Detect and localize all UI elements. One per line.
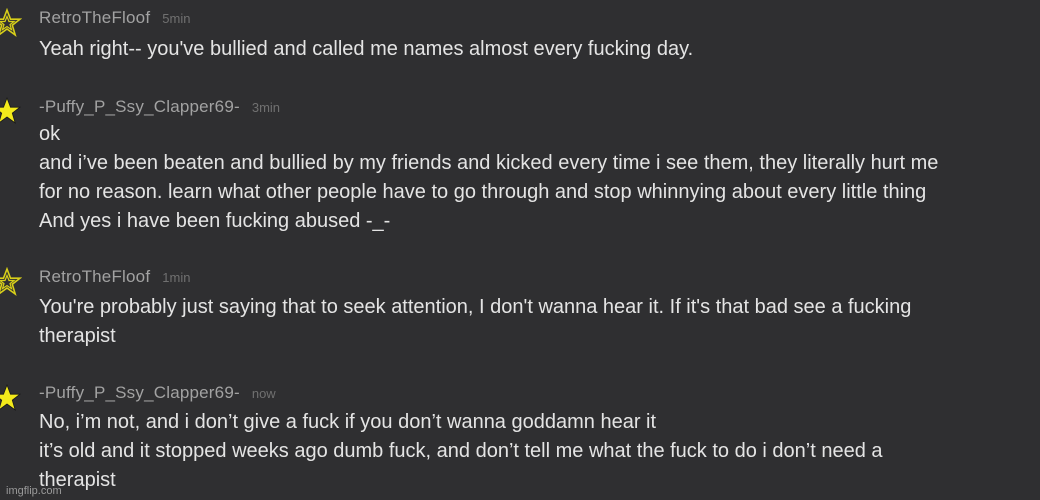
username[interactable]: -Puffy_P_Ssy_Clapper69- [39, 383, 240, 402]
comment-line: And yes i have been fucking abused -_- [39, 210, 391, 232]
timestamp: 3min [251, 100, 281, 115]
comment-text: Yeah right-- you've bullied and called m… [39, 35, 1040, 64]
comment-line: Yeah right-- you've bullied and called m… [39, 38, 694, 60]
timestamp: 1min [162, 270, 191, 285]
comment-line: ok [39, 123, 61, 145]
star-outline-icon[interactable] [0, 8, 22, 38]
comment-header: -Puffy_P_Ssy_Clapper69- 3min [39, 97, 280, 117]
username[interactable]: RetroTheFloof [39, 8, 150, 27]
comment-line: therapist [39, 325, 116, 347]
comment-line: and i’ve been beaten and bullied by my f… [39, 152, 939, 174]
comment-header: RetroTheFloof 5min [39, 8, 190, 28]
comment-text: No, i’m not, and i don’t give a fuck if … [39, 408, 1040, 495]
comment-line: No, i’m not, and i don’t give a fuck if … [39, 411, 657, 433]
timestamp: 5min [162, 11, 191, 26]
comment-text: ok and i’ve been beaten and bullied by m… [39, 120, 1040, 236]
timestamp: now [251, 386, 276, 401]
comment-text: You're probably just saying that to seek… [39, 293, 1040, 351]
star-filled-icon[interactable] [0, 96, 22, 126]
star-outline-icon[interactable] [0, 267, 22, 297]
comment-line: therapist [39, 469, 116, 491]
comment-header: RetroTheFloof 1min [39, 267, 190, 287]
comment-header: -Puffy_P_Ssy_Clapper69- now [39, 383, 276, 403]
watermark: imgflip.com [6, 485, 62, 497]
comment-line: for no reason. learn what other people h… [39, 181, 927, 203]
comment-line: it’s old and it stopped weeks ago dumb f… [39, 440, 883, 462]
username[interactable]: RetroTheFloof [39, 267, 150, 286]
username[interactable]: -Puffy_P_Ssy_Clapper69- [39, 97, 240, 116]
comment-line: You're probably just saying that to seek… [39, 296, 912, 318]
star-filled-icon[interactable] [0, 383, 22, 413]
